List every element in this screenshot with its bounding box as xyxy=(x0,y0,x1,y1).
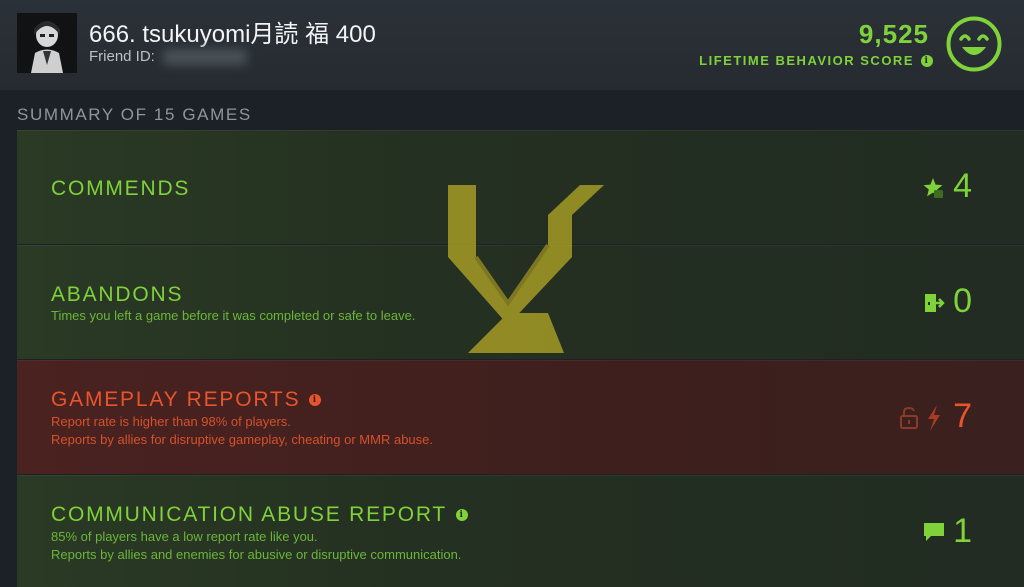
lightning-icon xyxy=(928,405,940,431)
info-icon[interactable]: i xyxy=(921,54,933,67)
abandons-title-text: ABANDONS xyxy=(51,283,184,306)
profile-header: 666. tsukuyomi月読 福 400 Friend ID: 9,525 … xyxy=(0,0,1024,90)
gameplay-reports-value: 7 xyxy=(953,397,972,435)
avatar[interactable] xyxy=(17,13,77,73)
communication-reports-title-text: COMMUNICATION ABUSE REPORT xyxy=(51,503,448,526)
communication-reports-description: Reports by allies and enemies for abusiv… xyxy=(51,547,462,562)
player-name: 666. tsukuyomi月読 福 400 xyxy=(89,21,376,48)
commends-title: COMMENDS xyxy=(51,177,190,201)
commends-panel: COMMENDS 4 xyxy=(17,130,1024,244)
communication-reports-value: 1 xyxy=(953,512,972,550)
friend-id-row: Friend ID: xyxy=(89,48,247,65)
commends-value: 4 xyxy=(953,167,972,205)
gameplay-reports-title: GAMEPLAY REPORTS i xyxy=(51,388,322,412)
abandons-description: Times you left a game before it was comp… xyxy=(51,308,416,323)
gameplay-reports-panel: GAMEPLAY REPORTS i Report rate is higher… xyxy=(17,360,1024,474)
commends-title-text: COMMENDS xyxy=(51,177,191,200)
friend-id-value-redacted xyxy=(162,48,247,65)
communication-reports-rate: 85% of players have a low report rate li… xyxy=(51,529,318,544)
behavior-score-label: LIFETIME BEHAVIOR SCORE i xyxy=(699,53,933,68)
friend-id-label: Friend ID: xyxy=(89,48,155,65)
info-icon[interactable]: i xyxy=(456,509,469,521)
abandons-title: ABANDONS xyxy=(51,283,183,307)
communication-reports-panel: COMMUNICATION ABUSE REPORT i 85% of play… xyxy=(17,475,1024,587)
star-thumbs-up-icon xyxy=(923,178,943,198)
unlock-icon xyxy=(900,407,918,429)
gameplay-reports-description: Reports by allies for disruptive gamepla… xyxy=(51,432,433,447)
avatar-image xyxy=(17,13,77,73)
behavior-score-value: 9,525 xyxy=(858,19,929,49)
communication-reports-title: COMMUNICATION ABUSE REPORT i xyxy=(51,503,469,527)
abandons-value: 0 xyxy=(953,282,972,320)
exit-door-icon xyxy=(925,294,945,312)
smiley-face-icon xyxy=(946,16,1002,72)
gameplay-reports-rate: Report rate is higher than 98% of player… xyxy=(51,414,291,429)
behavior-score-label-text: LIFETIME BEHAVIOR SCORE xyxy=(699,53,914,68)
summary-title: SUMMARY OF 15 GAMES xyxy=(17,105,252,124)
chat-bubble-icon xyxy=(924,523,944,541)
abandons-panel: ABANDONS Times you left a game before it… xyxy=(17,245,1024,359)
info-icon[interactable]: i xyxy=(309,394,322,406)
gameplay-reports-title-text: GAMEPLAY REPORTS xyxy=(51,388,301,411)
